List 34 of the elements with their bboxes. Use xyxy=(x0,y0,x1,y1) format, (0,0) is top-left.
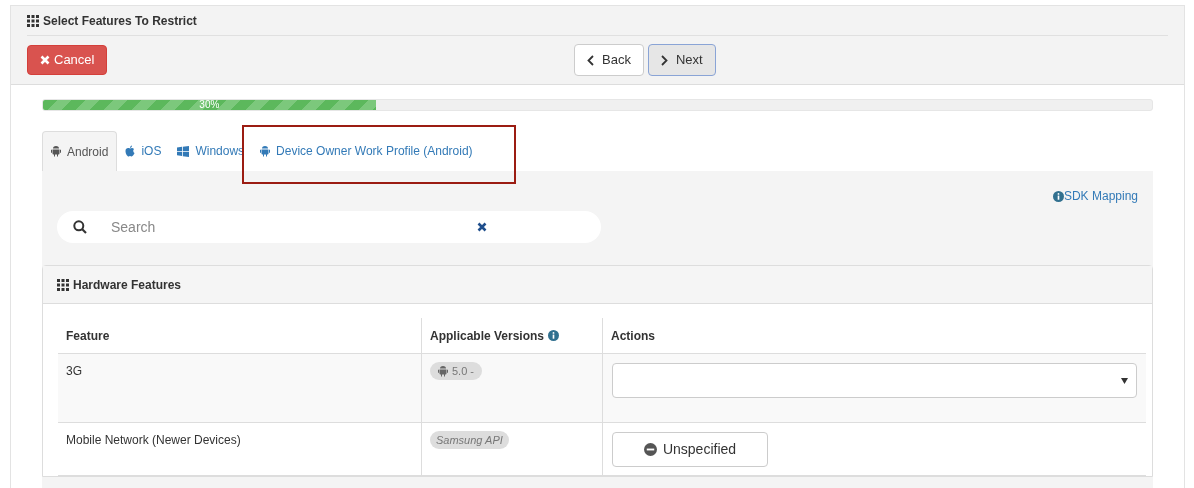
platform-tab[interactable]: iOS xyxy=(117,131,170,171)
progress-label: 30% xyxy=(199,100,220,110)
caret-icon xyxy=(1121,377,1128,384)
platform-tab[interactable]: Android xyxy=(42,131,118,171)
version-badge: Samsung API xyxy=(430,431,509,450)
select-field[interactable] xyxy=(612,363,1137,398)
info-icon xyxy=(548,330,560,341)
platform-tab[interactable]: Windows xyxy=(169,131,253,171)
search-icon xyxy=(73,220,87,234)
android-icon xyxy=(260,145,271,157)
search-field[interactable]: Search xyxy=(57,211,601,243)
android-icon xyxy=(51,146,61,157)
info-icon xyxy=(1052,190,1064,202)
table-cell: 3G xyxy=(58,354,421,423)
search-input[interactable]: Search xyxy=(111,216,451,238)
sdk-mapping-link[interactable]: SDK Mapping xyxy=(1052,187,1138,205)
cancel-button[interactable]: Cancel xyxy=(27,45,108,75)
close-icon xyxy=(40,55,50,65)
android-icon xyxy=(438,365,448,377)
platform-tab[interactable]: Device Owner Work Profile (Android) xyxy=(252,131,481,171)
chevron-right-icon xyxy=(660,54,668,66)
version-badge: 5.0 - xyxy=(430,362,482,380)
section-title: Hardware Features xyxy=(73,276,182,294)
clear-icon[interactable] xyxy=(477,222,487,232)
back-button[interactable]: Back xyxy=(574,44,644,76)
windows-icon xyxy=(177,145,190,157)
panel-title: Select Features To Restrict xyxy=(43,12,197,30)
next-button[interactable]: Next xyxy=(647,44,716,76)
minus-circle-icon xyxy=(643,443,657,456)
chevron-left-icon xyxy=(587,54,594,66)
grid-icon xyxy=(57,278,69,291)
apple-icon xyxy=(125,145,136,157)
unspecified-button[interactable]: Unspecified xyxy=(612,432,768,467)
grid-icon xyxy=(27,14,39,27)
